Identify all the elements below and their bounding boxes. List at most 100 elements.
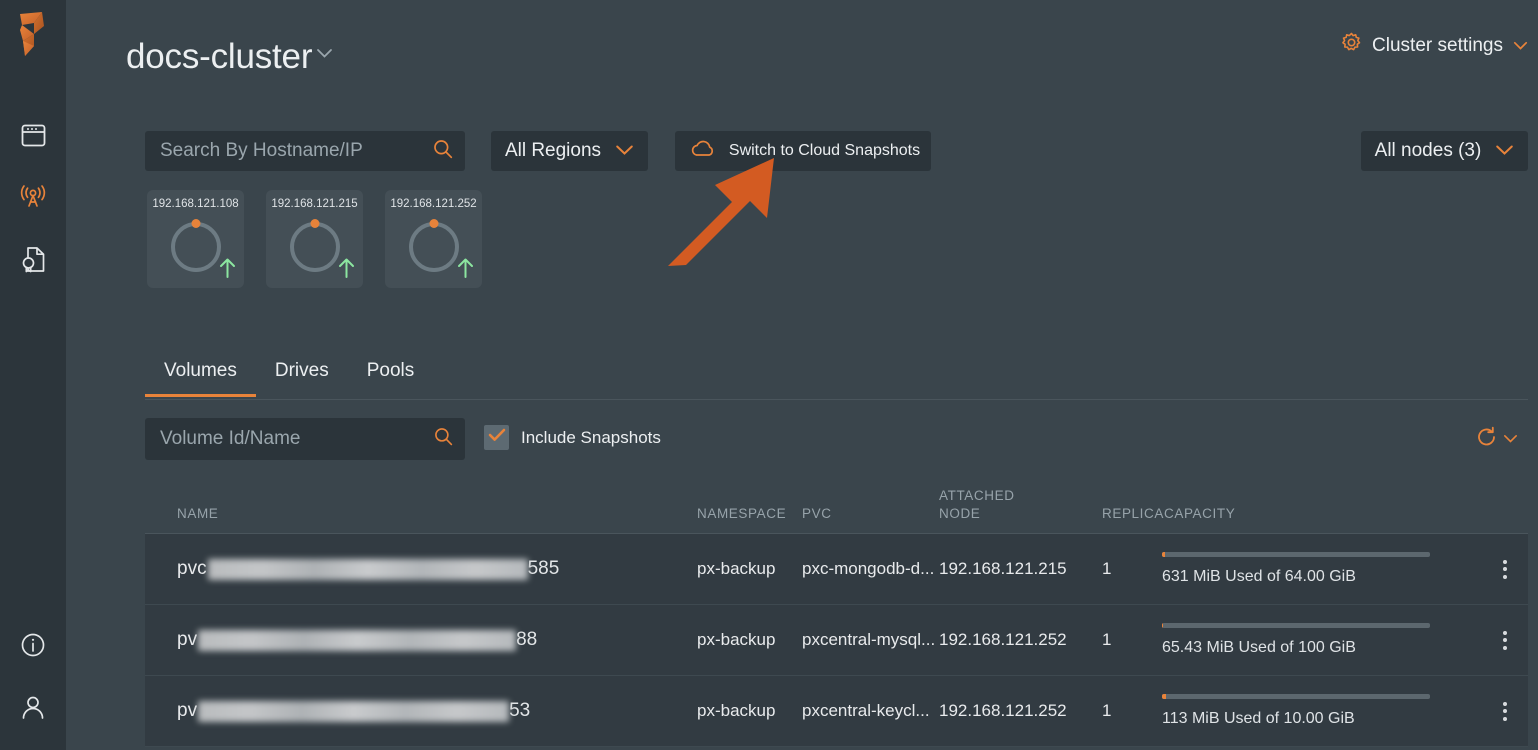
capacity-bar-fill <box>1162 694 1166 699</box>
chevron-down-icon <box>316 28 333 77</box>
cluster-antenna-icon <box>19 184 47 210</box>
include-snapshots-label: Include Snapshots <box>521 428 661 448</box>
cell-capacity: 65.43 MiB Used of 100 GiB <box>1162 623 1482 657</box>
header-namespace: NAMESPACE <box>697 505 802 523</box>
user-account-icon <box>20 694 46 720</box>
node-usage-marker <box>191 219 200 228</box>
row-actions[interactable] <box>1482 560 1528 579</box>
switch-to-cloud-snapshots-button[interactable]: Switch to Cloud Snapshots <box>675 131 931 171</box>
sidebar-bottom-nav <box>0 614 66 738</box>
filter-toolbar: All Regions Switch to Cloud Snapshots Al… <box>145 131 1528 171</box>
chevron-down-icon <box>615 140 634 162</box>
capacity-label: 65.43 MiB Used of 100 GiB <box>1162 639 1462 657</box>
chevron-down-icon[interactable] <box>1503 431 1518 449</box>
row-status <box>145 701 177 721</box>
sidebar-item-cluster[interactable] <box>0 166 66 228</box>
table-row[interactable]: pv 53 px-backup pxcentral-keycl... 192.1… <box>145 676 1528 747</box>
volume-name-redacted <box>198 701 509 722</box>
sidebar-item-dashboard[interactable] <box>0 104 66 166</box>
node-card-list: 192.168.121.108 192.168.121.215 192.168.… <box>147 190 482 288</box>
kebab-menu-icon[interactable] <box>1482 631 1528 650</box>
capacity-label: 113 MiB Used of 10.00 GiB <box>1162 710 1462 728</box>
cluster-settings-label: Cluster settings <box>1372 35 1503 57</box>
node-card[interactable]: 192.168.121.252 <box>385 190 482 288</box>
hostname-search-box[interactable] <box>145 131 465 171</box>
chevron-down-icon <box>1495 140 1514 162</box>
node-usage-marker <box>429 219 438 228</box>
node-usage-marker <box>310 219 319 228</box>
cluster-selector[interactable]: docs-cluster <box>126 28 333 77</box>
search-icon[interactable] <box>433 139 453 164</box>
check-icon <box>488 428 506 447</box>
header-replica: REPLICA <box>1102 505 1164 523</box>
table-row[interactable]: pvc 585 px-backup pxc-mongodb-d... 192.1… <box>145 534 1528 605</box>
sidebar-item-account[interactable] <box>0 676 66 738</box>
tab-label: Volumes <box>164 360 237 381</box>
regions-dropdown[interactable]: All Regions <box>491 131 648 171</box>
volumes-table: NAME NAMESPACE PVC ATTACHED NODE REPLICA… <box>145 472 1528 750</box>
cell-capacity: 631 MiB Used of 64.00 GiB <box>1162 552 1482 586</box>
capacity-label: 631 MiB Used of 64.00 GiB <box>1162 568 1462 586</box>
volume-search-input[interactable] <box>160 428 434 450</box>
tab-label: Pools <box>367 360 415 381</box>
refresh-control[interactable] <box>1476 426 1518 453</box>
cell-replica: 1 <box>1102 559 1162 579</box>
main-content: docs-cluster Cluster settings <box>66 0 1538 750</box>
cell-namespace: px-backup <box>697 630 802 650</box>
node-card[interactable]: 192.168.121.215 <box>266 190 363 288</box>
row-status <box>145 630 177 650</box>
cell-volume-name: pv 88 <box>177 629 697 651</box>
cell-volume-name: pvc 585 <box>177 558 697 580</box>
node-usage-ring <box>290 222 340 272</box>
sidebar-nav <box>0 104 66 290</box>
volume-name-prefix: pvc <box>177 558 207 580</box>
all-nodes-label: All nodes (3) <box>1375 140 1482 162</box>
dashboard-icon <box>21 124 46 147</box>
row-actions[interactable] <box>1482 702 1528 721</box>
cell-replica: 1 <box>1102 630 1162 650</box>
page-title: docs-cluster <box>126 37 312 77</box>
node-ip-label: 192.168.121.108 <box>147 198 244 210</box>
cell-volume-name: pv 53 <box>177 700 697 722</box>
volume-name-redacted <box>198 630 516 651</box>
sidebar-item-info[interactable] <box>0 614 66 676</box>
volume-name-suffix: 88 <box>516 629 537 651</box>
tab-drives[interactable]: Drives <box>256 358 348 396</box>
node-card[interactable]: 192.168.121.108 <box>147 190 244 288</box>
header-capacity: CAPACITY <box>1164 505 1482 523</box>
info-icon <box>20 632 46 658</box>
sidebar-item-license[interactable] <box>0 228 66 290</box>
table-row[interactable]: pv 88 px-backup pxcentral-mysql... 192.1… <box>145 605 1528 676</box>
kebab-menu-icon[interactable] <box>1482 560 1528 579</box>
capacity-bar-fill <box>1162 552 1165 557</box>
search-icon[interactable] <box>434 427 453 451</box>
capacity-bar <box>1162 623 1430 628</box>
node-usage-ring <box>171 222 221 272</box>
volume-search-box[interactable] <box>145 418 465 460</box>
refresh-icon[interactable] <box>1476 426 1498 453</box>
portworx-logo[interactable] <box>8 8 56 60</box>
cell-namespace: px-backup <box>697 559 802 579</box>
node-ip-label: 192.168.121.215 <box>266 198 363 210</box>
tab-volumes[interactable]: Volumes <box>145 358 256 396</box>
node-ip-label: 192.168.121.252 <box>385 198 482 210</box>
volume-name-suffix: 53 <box>509 700 530 722</box>
search-input[interactable] <box>160 140 433 162</box>
capacity-bar <box>1162 552 1430 557</box>
cell-attached-node: 192.168.121.215 <box>939 559 1102 579</box>
header-attached-node: ATTACHED NODE <box>939 487 1102 523</box>
row-status <box>145 559 177 579</box>
cell-pvc: pxc-mongodb-d... <box>802 559 939 579</box>
all-nodes-dropdown[interactable]: All nodes (3) <box>1361 131 1528 171</box>
volume-filter-toolbar: Include Snapshots <box>145 418 1528 460</box>
checkbox-box <box>484 425 509 450</box>
cloud-icon <box>690 140 716 163</box>
row-actions[interactable] <box>1482 631 1528 650</box>
app-root: docs-cluster Cluster settings <box>0 0 1538 750</box>
capacity-bar <box>1162 694 1430 699</box>
include-snapshots-checkbox[interactable]: Include Snapshots <box>484 425 661 450</box>
tab-pools[interactable]: Pools <box>348 358 434 396</box>
cluster-settings-button[interactable]: Cluster settings <box>1341 32 1528 59</box>
cell-pvc: pxcentral-mysql... <box>802 630 939 650</box>
kebab-menu-icon[interactable] <box>1482 702 1528 721</box>
